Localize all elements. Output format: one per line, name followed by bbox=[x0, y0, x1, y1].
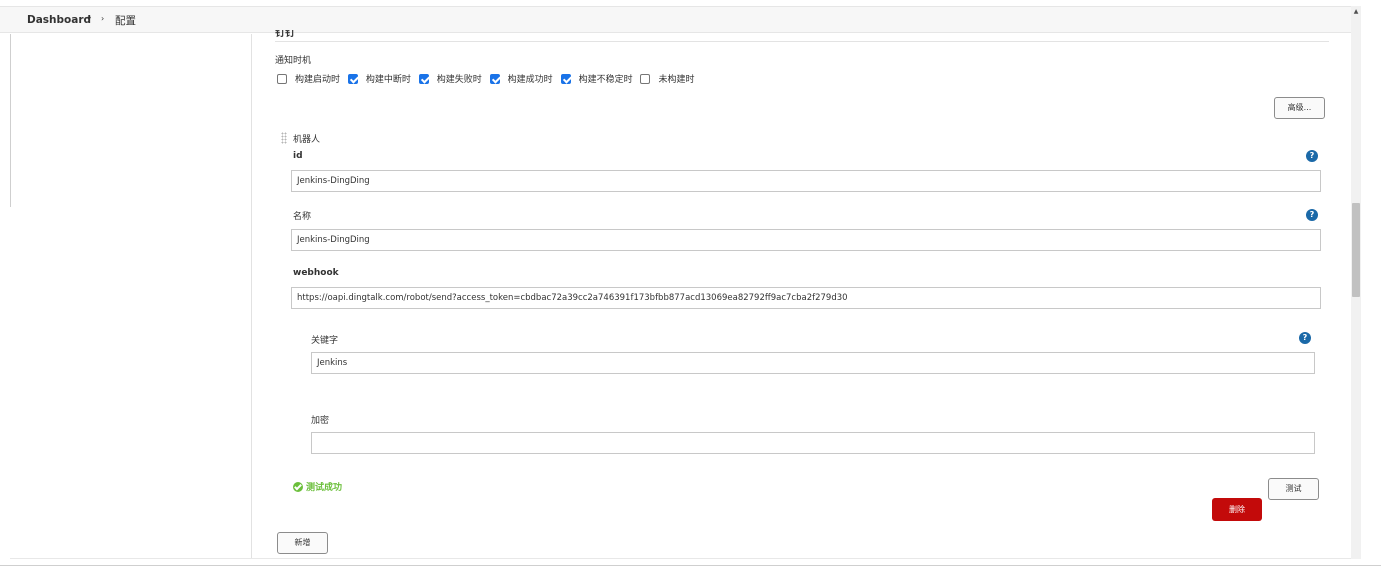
section-heading: 钉钉 bbox=[275, 30, 295, 38]
option-build-start[interactable]: 构建启动时 bbox=[277, 72, 340, 85]
checkbox-label[interactable]: 构建中断时 bbox=[366, 72, 411, 85]
breadcrumb-dashboard-link[interactable]: Dashboard bbox=[27, 14, 91, 26]
webhook-label: webhook bbox=[293, 268, 339, 278]
help-icon[interactable]: ? bbox=[1306, 209, 1318, 221]
chevron-down-icon[interactable]: ▾ bbox=[87, 14, 91, 23]
section-divider bbox=[275, 41, 1329, 42]
test-success-message: 测试成功 bbox=[306, 483, 343, 493]
notify-timing-label: 通知时机 bbox=[275, 56, 312, 66]
side-panel-border bbox=[251, 34, 252, 559]
side-panel-divider bbox=[10, 34, 11, 207]
check-circle-icon bbox=[293, 482, 303, 492]
breadcrumb: Dashboard ▾ › 配置 bbox=[0, 6, 1351, 33]
checkbox-label[interactable]: 构建失败时 bbox=[437, 72, 482, 85]
chevron-right-icon: › bbox=[101, 14, 105, 23]
page-divider bbox=[0, 565, 1381, 566]
scroll-up-arrow-icon[interactable]: ▲ bbox=[1351, 6, 1361, 18]
checkbox-not-built[interactable] bbox=[640, 73, 651, 84]
id-label: id bbox=[293, 151, 303, 161]
checkbox-label[interactable]: 未构建时 bbox=[658, 72, 694, 85]
checkbox-build-start[interactable] bbox=[277, 73, 287, 84]
secret-input[interactable] bbox=[311, 432, 1315, 454]
content-divider bbox=[10, 558, 1351, 559]
name-input[interactable]: Jenkins-DingDing bbox=[291, 229, 1321, 251]
help-icon[interactable]: ? bbox=[1299, 332, 1311, 344]
keyword-label: 关键字 bbox=[311, 336, 339, 346]
option-not-built[interactable]: 未构建时 bbox=[640, 72, 694, 85]
help-icon[interactable]: ? bbox=[1306, 150, 1318, 162]
checkbox-label[interactable]: 构建成功时 bbox=[508, 72, 553, 85]
test-button[interactable]: 测试 bbox=[1268, 478, 1319, 500]
checkbox-label[interactable]: 构建启动时 bbox=[295, 72, 340, 85]
keyword-input[interactable]: Jenkins bbox=[311, 352, 1315, 374]
checkbox-build-success[interactable] bbox=[489, 73, 500, 84]
advanced-button[interactable]: 高级... bbox=[1274, 97, 1325, 119]
checkbox-build-failure[interactable] bbox=[418, 73, 429, 84]
option-build-aborted[interactable]: 构建中断时 bbox=[347, 72, 411, 85]
name-label: 名称 bbox=[293, 212, 312, 222]
checkbox-build-aborted[interactable] bbox=[347, 73, 358, 84]
add-button[interactable]: 新增 bbox=[277, 532, 328, 554]
drag-handle[interactable] bbox=[281, 132, 287, 144]
scrollbar-thumb[interactable] bbox=[1352, 203, 1360, 297]
option-build-unstable[interactable]: 构建不稳定时 bbox=[560, 72, 633, 85]
breadcrumb-config: 配置 bbox=[115, 15, 136, 27]
option-build-success[interactable]: 构建成功时 bbox=[489, 72, 553, 85]
notify-timing-options: 构建启动时 构建中断时 构建失败时 构建成功时 构建不稳定时 未构建时 bbox=[277, 72, 699, 86]
webhook-input[interactable]: https://oapi.dingtalk.com/robot/send?acc… bbox=[291, 287, 1321, 309]
checkbox-build-unstable[interactable] bbox=[560, 73, 571, 84]
delete-button[interactable]: 删除 bbox=[1212, 498, 1262, 521]
checkbox-label[interactable]: 构建不稳定时 bbox=[579, 72, 633, 85]
robot-section-label: 机器人 bbox=[293, 135, 321, 145]
id-input[interactable]: Jenkins-DingDing bbox=[291, 170, 1321, 192]
secret-label: 加密 bbox=[311, 416, 330, 426]
option-build-failure[interactable]: 构建失败时 bbox=[418, 72, 482, 85]
